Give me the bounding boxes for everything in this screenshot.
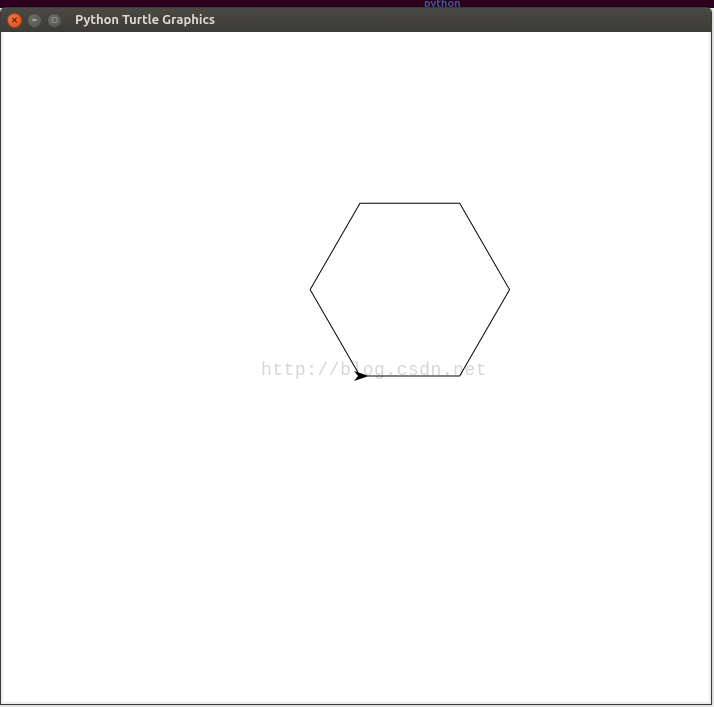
window-title: Python Turtle Graphics: [75, 13, 215, 27]
hexagon-shape: [310, 203, 509, 376]
turtle-canvas: [3, 32, 709, 702]
minimize-button[interactable]: [27, 13, 42, 28]
turtle-window: Python Turtle Graphics http://blog.csdn.…: [0, 7, 712, 705]
titlebar[interactable]: Python Turtle Graphics: [1, 8, 711, 32]
turtle-cursor-icon: [354, 371, 369, 381]
close-button[interactable]: [7, 13, 22, 28]
maximize-button[interactable]: [47, 13, 62, 28]
turtle-canvas-area: http://blog.csdn.net: [1, 32, 711, 704]
